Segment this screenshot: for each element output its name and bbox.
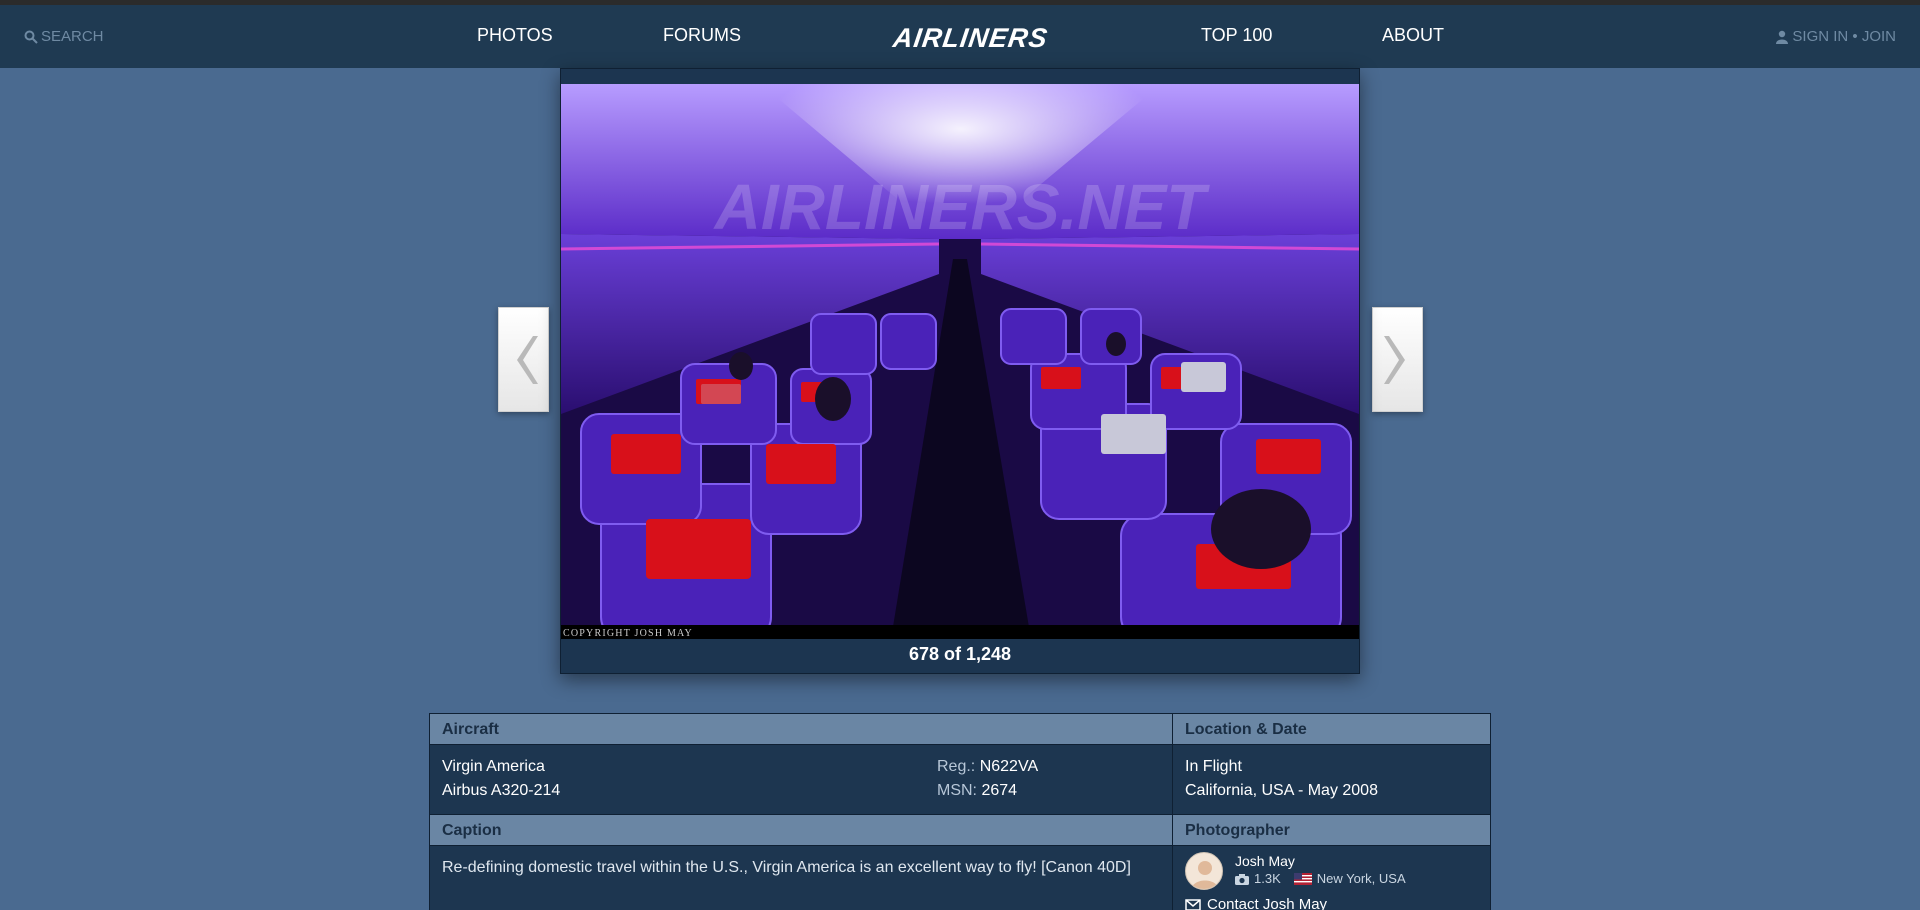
next-photo-button[interactable] (1372, 307, 1423, 412)
photographer-heading: Photographer (1173, 815, 1490, 846)
location-place[interactable]: In Flight (1185, 755, 1478, 779)
airliners-logo: AIRLINERS (890, 22, 1050, 53)
location-section: Location & Date In Flight California, US… (1173, 714, 1490, 815)
photographer-avatar[interactable] (1185, 852, 1223, 890)
reg-value[interactable]: N622VA (980, 758, 1038, 775)
location-region-date[interactable]: California, USA - May 2008 (1185, 779, 1478, 803)
envelope-icon (1185, 898, 1201, 910)
aircraft-model-link[interactable]: Airbus A320-214 (442, 779, 1160, 803)
nav-forums[interactable]: FORUMS (663, 25, 741, 46)
nav-top100[interactable]: TOP 100 (1201, 25, 1272, 46)
chevron-right-icon (1383, 335, 1405, 384)
search-icon (24, 30, 38, 44)
photo-details: Aircraft Virgin America Airbus A320-214 … (429, 713, 1491, 910)
avatar-icon (1191, 861, 1219, 889)
photo-counter: 678 of 1,248 (908, 644, 1012, 664)
sign-in-label: SIGN IN • JOIN (1792, 28, 1896, 45)
sign-in-join[interactable]: SIGN IN • JOIN (1776, 28, 1896, 45)
photo-viewer: AIRLINERS.NET COPYRIGHT JOSH MAY 678 of … (560, 68, 1360, 674)
photo-watermark: AIRLINERS.NET (713, 171, 1211, 243)
aircraft-photo[interactable]: AIRLINERS.NET COPYRIGHT JOSH MAY (561, 84, 1359, 639)
previous-photo-button[interactable] (498, 307, 549, 412)
user-icon (1776, 30, 1789, 44)
site-logo[interactable]: AIRLINERS (852, 22, 1088, 53)
contact-label: Contact Josh May (1207, 896, 1328, 910)
location-heading: Location & Date (1173, 714, 1490, 745)
caption-heading: Caption (430, 815, 1172, 846)
msn-label: MSN: (937, 782, 977, 799)
photographer-name[interactable]: Josh May (1235, 852, 1406, 870)
top-navigation: SEARCH PHOTOS FORUMS AIRLINERS TOP 100 A… (0, 5, 1920, 68)
nav-photos[interactable]: PHOTOS (477, 25, 553, 46)
photographer-location: New York, USA (1316, 871, 1406, 886)
reg-label: Reg.: (937, 758, 976, 775)
cabin-interior-image: AIRLINERS.NET COPYRIGHT JOSH MAY (561, 84, 1359, 639)
aircraft-heading: Aircraft (430, 714, 1172, 745)
caption-section: Caption Re-defining domestic travel with… (430, 815, 1173, 910)
aircraft-section: Aircraft Virgin America Airbus A320-214 … (430, 714, 1173, 815)
msn-value[interactable]: 2674 (981, 782, 1017, 799)
caption-text: Re-defining domestic travel within the U… (442, 859, 1131, 876)
photographer-photo-count: 1.3K (1254, 871, 1281, 886)
chevron-left-icon (516, 335, 538, 384)
nav-about[interactable]: ABOUT (1382, 25, 1444, 46)
logo-text: AIRLINERS (890, 28, 1050, 50)
search-label: SEARCH (41, 28, 104, 45)
us-flag-icon (1293, 873, 1312, 885)
airline-link[interactable]: Virgin America (442, 755, 1160, 779)
search-link[interactable]: SEARCH (24, 28, 104, 45)
camera-icon (1235, 873, 1249, 885)
contact-photographer-link[interactable]: Contact Josh May (1185, 896, 1478, 910)
photographer-section: Photographer Josh May 1.3K New York, USA… (1173, 815, 1490, 910)
